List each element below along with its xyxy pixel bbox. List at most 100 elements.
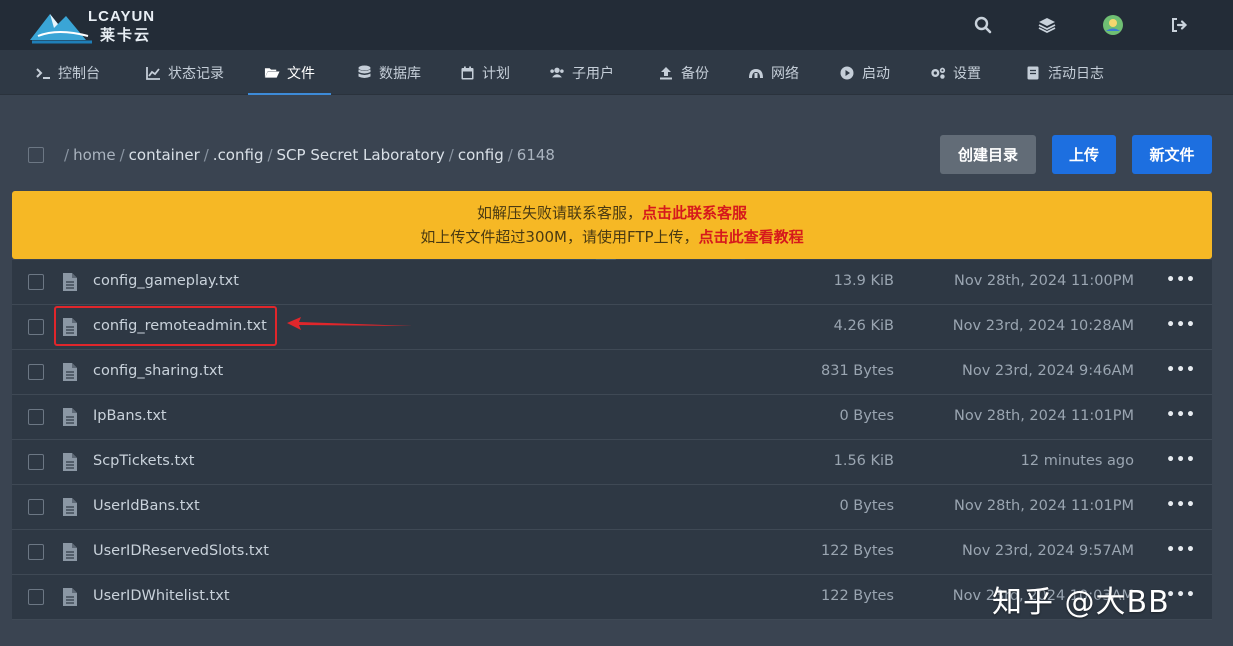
breadcrumb-config-dir[interactable]: .config	[213, 146, 264, 164]
row-checkbox[interactable]	[28, 274, 44, 290]
main-nav: 控制台 状态记录 文件 数据库 计划 子用户 备份 网络 启动 设置 活动日志	[0, 50, 1233, 95]
file-text-icon	[63, 498, 77, 516]
logout-icon[interactable]	[1167, 13, 1191, 37]
file-name[interactable]: IpBans.txt	[93, 408, 167, 424]
file-name[interactable]: config_sharing.txt	[93, 363, 223, 379]
file-size: 831 Bytes	[821, 363, 894, 379]
file-date: Nov 28th, 2024 11:01PM	[953, 408, 1134, 424]
network-icon	[748, 65, 764, 81]
create-directory-button[interactable]: 创建目录	[940, 135, 1036, 174]
upload-button[interactable]: 上传	[1052, 135, 1116, 174]
nav-label: 设置	[953, 65, 981, 82]
row-menu-icon[interactable]: •••	[1166, 542, 1196, 558]
nav-label: 备份	[681, 65, 709, 82]
table-row[interactable]: IpBans.txt 0 Bytes Nov 28th, 2024 11:01P…	[12, 395, 1212, 440]
breadcrumb-separator: /	[507, 146, 513, 164]
nav-settings[interactable]: 设置	[930, 50, 981, 95]
lcayun-logo[interactable]: LCAYUN 莱卡云	[28, 6, 163, 44]
file-date: Nov 23rd, 2024 9:46AM	[962, 363, 1134, 379]
nav-database[interactable]: 数据库	[356, 50, 421, 95]
nav-startup[interactable]: 启动	[839, 50, 890, 95]
breadcrumb-separator: /	[448, 146, 454, 164]
table-row[interactable]: ScpTickets.txt 1.56 KiB 12 minutes ago •…	[12, 440, 1212, 485]
file-size: 13.9 KiB	[833, 273, 894, 289]
file-name[interactable]: ScpTickets.txt	[93, 453, 194, 469]
upload-icon	[658, 65, 674, 81]
logo-text-en: LCAYUN	[88, 8, 156, 25]
notice-text: 如上传文件超过300M，请使用FTP上传，	[420, 228, 699, 246]
file-date: 12 minutes ago	[1020, 453, 1134, 469]
breadcrumb-scp[interactable]: SCP Secret Laboratory	[277, 146, 445, 164]
row-menu-icon[interactable]: •••	[1166, 587, 1196, 603]
notice-text: 如解压失败请联系客服，	[476, 204, 642, 222]
file-size: 0 Bytes	[839, 498, 894, 514]
nav-schedule[interactable]: 计划	[459, 50, 510, 95]
row-checkbox[interactable]	[28, 409, 44, 425]
select-all-checkbox[interactable]	[28, 147, 44, 163]
row-checkbox[interactable]	[28, 499, 44, 515]
breadcrumb: / home / container / .config / SCP Secre…	[28, 144, 555, 166]
notice-line-1: 如解压失败请联系客服，点击此联系客服	[477, 201, 747, 225]
database-icon	[356, 65, 372, 81]
nav-label: 数据库	[379, 65, 421, 82]
row-menu-icon[interactable]: •••	[1166, 452, 1196, 468]
nav-console[interactable]: 控制台	[35, 50, 100, 95]
folder-open-icon	[264, 65, 280, 81]
layers-icon[interactable]	[1035, 13, 1059, 37]
nav-status-log[interactable]: 状态记录	[145, 50, 224, 95]
breadcrumb-current: 6148	[516, 146, 555, 164]
file-name[interactable]: config_gameplay.txt	[93, 273, 239, 289]
watermark-text: 知乎 @大BB	[992, 585, 1170, 620]
avatar[interactable]	[1101, 13, 1125, 37]
search-icon[interactable]	[971, 13, 995, 37]
file-name[interactable]: UserIdBans.txt	[93, 498, 200, 514]
file-text-icon	[63, 543, 77, 561]
row-checkbox[interactable]	[28, 544, 44, 560]
file-name[interactable]: UserIDReservedSlots.txt	[93, 543, 269, 559]
file-manager: / home / container / .config / SCP Secre…	[0, 96, 1233, 646]
row-menu-icon[interactable]: •••	[1166, 362, 1196, 378]
nav-label: 子用户	[572, 65, 614, 82]
breadcrumb-config[interactable]: config	[458, 146, 504, 164]
file-text-icon	[63, 273, 77, 291]
contact-support-link[interactable]: 点击此联系客服	[642, 204, 747, 222]
file-date: Nov 28th, 2024 11:01PM	[953, 498, 1134, 514]
breadcrumb-separator: /	[64, 146, 70, 164]
nav-label: 网络	[771, 65, 799, 82]
tutorial-link[interactable]: 点击此查看教程	[699, 228, 804, 246]
nav-network[interactable]: 网络	[748, 50, 799, 95]
file-text-icon	[63, 453, 77, 471]
row-checkbox[interactable]	[28, 364, 44, 380]
breadcrumb-separator: /	[267, 146, 273, 164]
top-header: LCAYUN 莱卡云	[0, 0, 1233, 50]
row-checkbox[interactable]	[28, 319, 44, 335]
row-checkbox[interactable]	[28, 589, 44, 605]
row-checkbox[interactable]	[28, 454, 44, 470]
notice-line-2: 如上传文件超过300M，请使用FTP上传，点击此查看教程	[420, 225, 803, 249]
notice-banner: 如解压失败请联系客服，点击此联系客服 如上传文件超过300M，请使用FTP上传，…	[12, 191, 1212, 259]
breadcrumb-container[interactable]: container	[129, 146, 200, 164]
nav-backup[interactable]: 备份	[658, 50, 709, 95]
terminal-icon	[35, 65, 51, 81]
logo-text-cn: 莱卡云	[100, 26, 152, 44]
table-row[interactable]: UserIDReservedSlots.txt 122 Bytes Nov 23…	[12, 530, 1212, 575]
row-menu-icon[interactable]: •••	[1166, 272, 1196, 288]
table-row[interactable]: config_sharing.txt 831 Bytes Nov 23rd, 2…	[12, 350, 1212, 395]
breadcrumb-separator: /	[119, 146, 125, 164]
new-file-button[interactable]: 新文件	[1132, 135, 1212, 174]
row-menu-icon[interactable]: •••	[1166, 497, 1196, 513]
table-row[interactable]: UserIdBans.txt 0 Bytes Nov 28th, 2024 11…	[12, 485, 1212, 530]
nav-subusers[interactable]: 子用户	[549, 50, 614, 95]
nav-activity-log[interactable]: 活动日志	[1025, 50, 1104, 95]
row-menu-icon[interactable]: •••	[1166, 407, 1196, 423]
row-menu-icon[interactable]: •••	[1166, 317, 1196, 333]
file-text-icon	[63, 588, 77, 606]
file-size: 0 Bytes	[839, 408, 894, 424]
file-name[interactable]: UserIDWhitelist.txt	[93, 588, 230, 604]
file-date: Nov 23rd, 2024 10:28AM	[952, 318, 1134, 334]
file-size: 122 Bytes	[821, 588, 894, 604]
nav-files[interactable]: 文件	[248, 50, 331, 95]
breadcrumb-separator: /	[203, 146, 209, 164]
table-row[interactable]: config_gameplay.txt 13.9 KiB Nov 28th, 2…	[12, 260, 1212, 305]
log-icon	[1025, 65, 1041, 81]
